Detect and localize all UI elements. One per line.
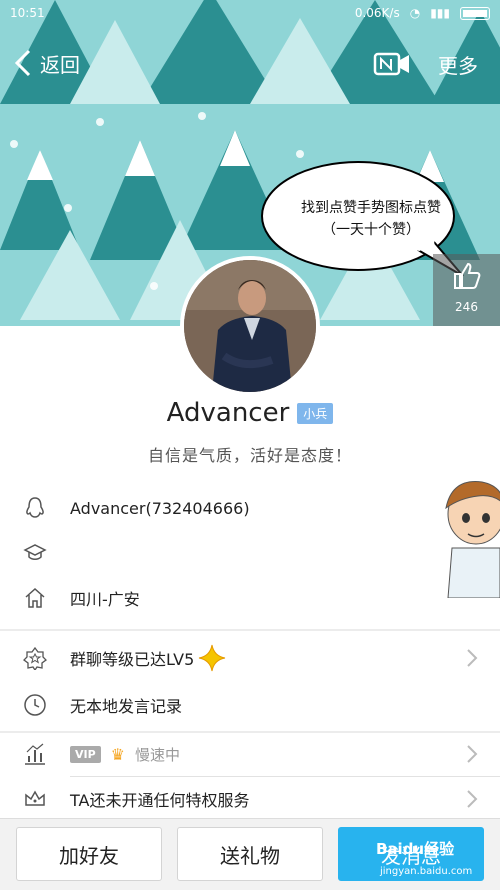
vip-speed-text: 慢速中: [135, 745, 181, 764]
privilege-row-vip[interactable]: VIP ♛ 慢速中: [0, 732, 500, 776]
star-badge-icon: [23, 646, 47, 670]
group-level-text: 群聊等级已达LV5: [70, 650, 195, 669]
penguin-icon: [26, 497, 44, 518]
home-icon: [25, 587, 45, 608]
crown-icon: ♛: [110, 744, 126, 764]
snowflake: [10, 140, 18, 148]
back-label: 返回: [40, 52, 80, 77]
activity-row-chat-record[interactable]: 无本地发言记录: [0, 683, 500, 727]
more-button[interactable]: 更多: [438, 50, 478, 79]
network-speed: 0.06K/s: [354, 6, 400, 20]
top-nav-bar: 返回 更多: [0, 36, 500, 92]
chevron-right-icon: [467, 790, 478, 808]
chat-record-text: 无本地发言记录: [70, 697, 183, 716]
add-friend-button[interactable]: 加好友: [16, 827, 162, 881]
snowflake: [96, 118, 104, 126]
status-time: 10:51: [10, 6, 45, 20]
level-badge: 小兵: [297, 402, 334, 424]
chevron-left-icon: [14, 49, 31, 77]
signal-icon: ▮▮▮: [430, 6, 450, 20]
battery-icon: [460, 6, 490, 20]
activity-row-group-level[interactable]: 群聊等级已达LV5: [0, 636, 500, 680]
avatar-photo: [184, 260, 316, 392]
info-row-education[interactable]: [0, 531, 500, 575]
chevron-right-icon: [467, 649, 478, 667]
snowflake: [64, 204, 72, 212]
thumbs-up-icon: [453, 262, 480, 289]
avatar[interactable]: [180, 256, 320, 396]
back-button[interactable]: 返回: [12, 48, 80, 78]
crown-outline-icon: [25, 790, 45, 806]
section-divider: [0, 629, 500, 631]
sparkle-icon: [199, 644, 226, 672]
cartoon-character-sticker: [445, 481, 500, 598]
bubble-hint-text: 找到点赞手势图标点赞（一天十个赞）: [301, 200, 441, 238]
info-row-hometown[interactable]: 四川-广安: [0, 576, 500, 620]
profile-signature: 自信是气质，活好是态度！: [147, 446, 352, 465]
like-count: 246: [455, 300, 478, 314]
snowflake: [150, 282, 158, 290]
profile-name: Advancer: [166, 398, 290, 428]
wifi-icon: ◔: [409, 6, 421, 20]
status-bar: 10:51 0.06K/s ◔ ▮▮▮: [0, 0, 500, 26]
chart-icon: [25, 743, 45, 765]
privilege-row-service[interactable]: TA还未开通任何特权服务: [0, 777, 500, 821]
privilege-service-text: TA还未开通任何特权服务: [70, 791, 250, 810]
info-row-account[interactable]: Advancer(732404666): [0, 486, 500, 530]
send-gift-button[interactable]: 送礼物: [177, 827, 323, 881]
snowflake: [198, 112, 206, 120]
qq-account-text: Advancer(732404666): [70, 498, 250, 518]
baidu-watermark-url: jingyan.baidu.com: [380, 866, 473, 877]
vip-badge: VIP: [70, 745, 101, 763]
baidu-watermark: Baidu经验: [376, 840, 455, 858]
graduation-cap-icon: [23, 544, 47, 560]
like-button[interactable]: 246: [433, 254, 500, 326]
video-call-icon[interactable]: [373, 50, 411, 78]
hometown-text: 四川-广安: [70, 590, 140, 609]
snowflake: [296, 150, 304, 158]
chevron-right-icon: [467, 745, 478, 763]
clock-icon: [24, 694, 46, 716]
